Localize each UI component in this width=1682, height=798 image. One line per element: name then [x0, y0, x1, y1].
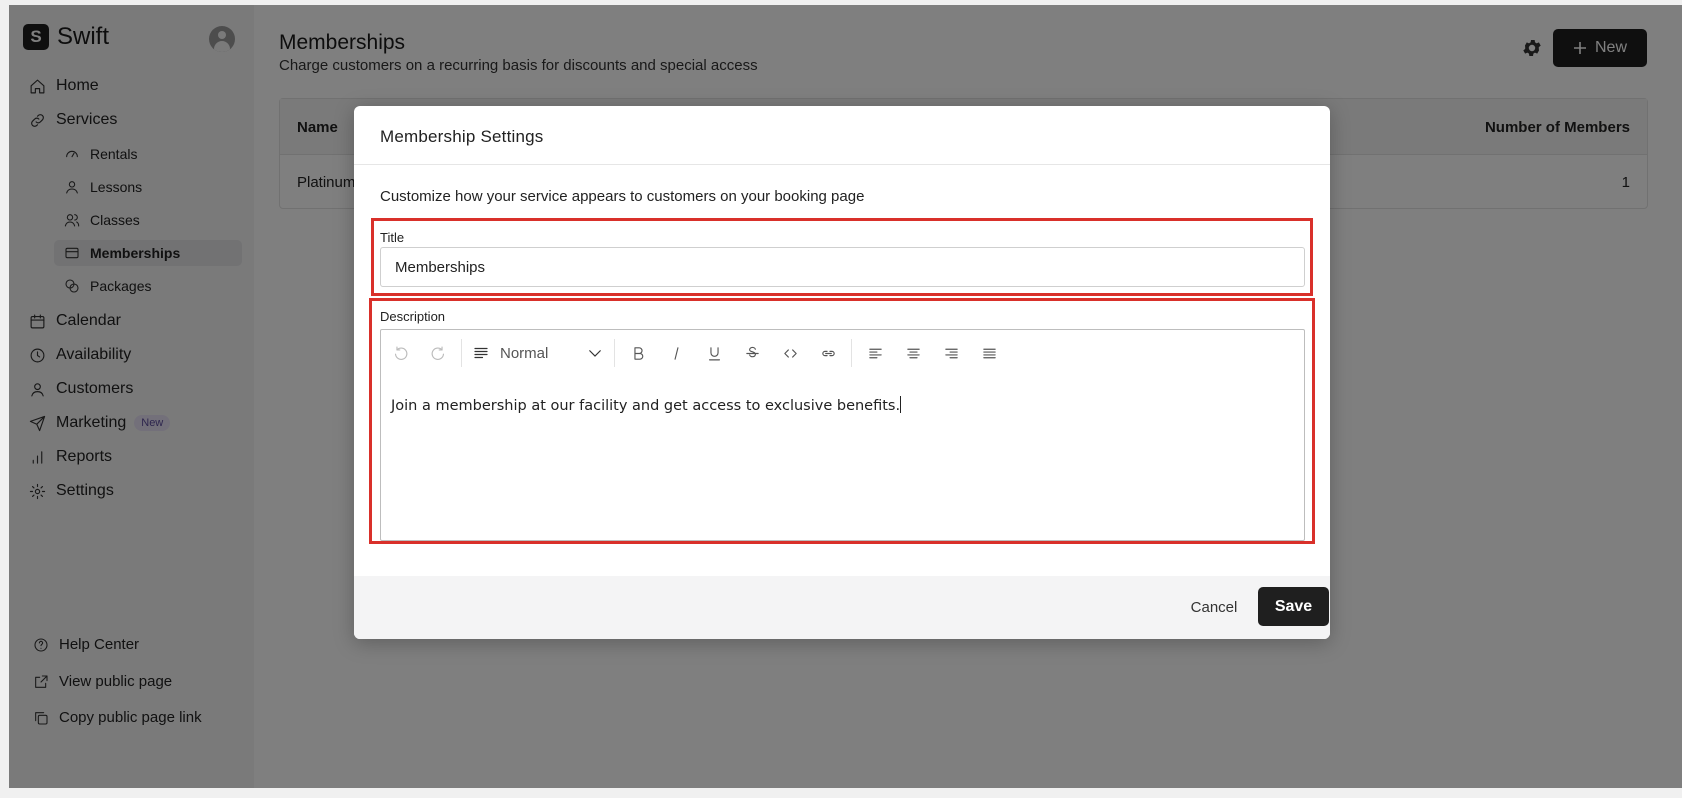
- modal-title: Membership Settings: [380, 127, 544, 146]
- bold-button[interactable]: [623, 338, 653, 368]
- code-button[interactable]: [775, 338, 805, 368]
- description-label: Description: [380, 309, 446, 324]
- align-center-button[interactable]: [898, 338, 928, 368]
- code-icon: [783, 348, 797, 358]
- modal-description: Customize how your service appears to cu…: [380, 188, 865, 205]
- italic-button[interactable]: [661, 338, 691, 368]
- undo-button[interactable]: [385, 338, 415, 368]
- title-label: Title: [380, 230, 405, 245]
- app-frame: S Swift Home Services Rentals Lessons Cl…: [9, 5, 1682, 788]
- bold-icon: [633, 346, 643, 360]
- align-left-button[interactable]: [860, 338, 890, 368]
- save-button[interactable]: Save: [1258, 587, 1329, 626]
- strikethrough-button[interactable]: [737, 338, 767, 368]
- chevron-down-icon: [589, 350, 601, 357]
- align-center-icon: [906, 348, 920, 358]
- strikethrough-icon: [745, 346, 759, 357]
- toolbar-divider: [461, 339, 462, 367]
- align-left-icon: [868, 348, 882, 358]
- redo-button[interactable]: [423, 338, 453, 368]
- align-justify-icon: [982, 348, 996, 358]
- link-icon: [821, 350, 835, 356]
- title-input[interactable]: [380, 247, 1305, 287]
- align-right-icon: [944, 348, 958, 358]
- text-caret: [900, 396, 902, 413]
- underline-icon: [708, 346, 720, 360]
- modal-footer: Cancel Save: [354, 576, 1330, 639]
- paragraph-icon: [474, 347, 488, 359]
- toolbar-divider: [851, 339, 852, 367]
- block-type-select[interactable]: Normal: [472, 344, 604, 362]
- block-type-label: Normal: [500, 344, 549, 362]
- editor-content[interactable]: Join a membership at our facility and ge…: [391, 396, 902, 414]
- italic-icon: [674, 346, 678, 360]
- editor-toolbar: Normal: [381, 330, 1304, 376]
- undo-icon: [394, 346, 407, 360]
- modal-header: Membership Settings: [354, 106, 1330, 165]
- link-button[interactable]: [813, 338, 843, 368]
- align-right-button[interactable]: [936, 338, 966, 368]
- membership-settings-modal: Membership Settings Customize how your s…: [354, 106, 1330, 639]
- editor-text: Join a membership at our facility and ge…: [391, 398, 901, 414]
- underline-button[interactable]: [699, 338, 729, 368]
- redo-icon: [431, 346, 444, 360]
- cancel-button[interactable]: Cancel: [1184, 588, 1244, 626]
- align-justify-button[interactable]: [974, 338, 1004, 368]
- toolbar-divider: [614, 339, 615, 367]
- description-editor[interactable]: Normal Join a membership at our facility…: [380, 329, 1305, 541]
